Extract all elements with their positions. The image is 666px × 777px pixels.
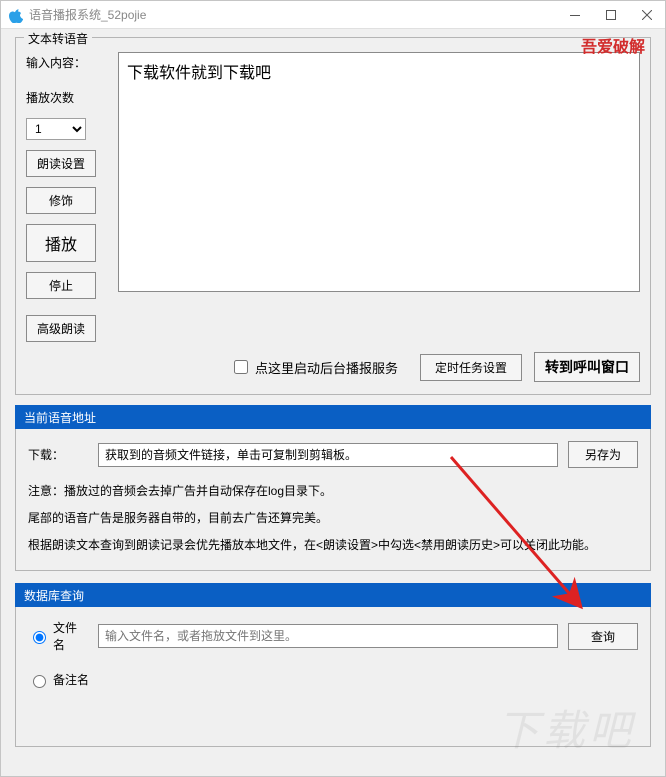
addr-note-2: 尾部的语音广告是服务器自带的，目前去广告还算完美。 — [28, 507, 638, 530]
watermark-top-right: 吾爱破解 — [581, 33, 645, 57]
addr-section-body: 下载： 另存为 注意：播放过的音频会去掉广告并自动保存在log目录下。 尾部的语… — [15, 429, 651, 571]
titlebar: 语音播报系统_52pojie — [1, 1, 665, 29]
decorate-button[interactable]: 修饰 — [26, 187, 96, 214]
input-label: 输入内容： — [26, 52, 108, 73]
radio-remark[interactable] — [33, 675, 46, 688]
query-button[interactable]: 查询 — [568, 623, 638, 650]
radio-filename-wrap[interactable]: 文件名 — [28, 619, 88, 653]
read-settings-button[interactable]: 朗读设置 — [26, 150, 96, 177]
advanced-read-button[interactable]: 高级朗读 — [26, 315, 96, 342]
db-query-input[interactable] — [98, 624, 558, 648]
window-title: 语音播报系统_52pojie — [29, 6, 146, 23]
maximize-button[interactable] — [593, 1, 629, 29]
close-button[interactable] — [629, 1, 665, 29]
download-url-input[interactable] — [98, 443, 558, 467]
goto-call-window-button[interactable]: 转到呼叫窗口 — [534, 352, 640, 382]
timer-settings-button[interactable]: 定时任务设置 — [420, 354, 522, 381]
tts-groupbox: 文本转语音 输入内容： 播放次数 1 朗读设置 修饰 播放 停止 高级朗读 下载… — [15, 37, 651, 395]
db-section-body: 文件名 查询 备注名 — [15, 607, 651, 747]
radio-remark-wrap[interactable]: 备注名 — [28, 671, 89, 688]
radio-filename[interactable] — [33, 631, 46, 644]
addr-note-3: 根据朗读文本查询到朗读记录会优先播放本地文件，在<朗读设置>中勾选<禁用朗读历史… — [28, 534, 638, 557]
radio-remark-label: 备注名 — [53, 671, 89, 688]
bg-service-checkbox-wrap[interactable]: 点这里启动后台播报服务 — [230, 357, 398, 377]
download-label: 下载： — [28, 446, 88, 463]
app-window: 语音播报系统_52pojie 吾爱破解 文本转语音 输入内容： 播放次数 1 — [0, 0, 666, 777]
play-button[interactable]: 播放 — [26, 224, 96, 262]
stop-button[interactable]: 停止 — [26, 272, 96, 299]
bg-service-label: 点这里启动后台播报服务 — [255, 358, 398, 377]
minimize-button[interactable] — [557, 1, 593, 29]
content-area: 吾爱破解 文本转语音 输入内容： 播放次数 1 朗读设置 修饰 播放 停止 高级… — [1, 29, 665, 776]
tts-legend: 文本转语音 — [24, 30, 92, 47]
addr-note-1: 注意：播放过的音频会去掉广告并自动保存在log目录下。 — [28, 480, 638, 503]
tts-bottom-row: 点这里启动后台播报服务 定时任务设置 转到呼叫窗口 — [26, 352, 640, 382]
db-section-header: 数据库查询 — [15, 583, 651, 607]
app-icon — [7, 7, 23, 23]
save-as-button[interactable]: 另存为 — [568, 441, 638, 468]
addr-section-header: 当前语音地址 — [15, 405, 651, 429]
radio-filename-label: 文件名 — [53, 619, 88, 653]
playcount-label: 播放次数 — [26, 87, 108, 108]
playcount-select[interactable]: 1 — [26, 118, 86, 140]
tts-textarea[interactable]: 下载软件就到下载吧 — [118, 52, 640, 292]
bg-service-checkbox[interactable] — [234, 360, 248, 374]
tts-left-column: 输入内容： 播放次数 1 朗读设置 修饰 播放 停止 高级朗读 — [26, 52, 108, 342]
